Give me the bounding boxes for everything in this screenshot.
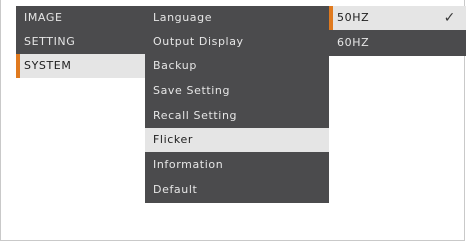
system-item-label: Recall Setting (153, 109, 238, 122)
flicker-option-label: 50HZ (337, 11, 370, 24)
system-item-flicker[interactable]: Flicker (145, 128, 329, 152)
flicker-submenu: 50HZ ✓ 60HZ (329, 6, 466, 56)
system-item-label: Output Display (153, 35, 244, 48)
system-item-label: Backup (153, 59, 197, 72)
system-item-backup[interactable]: Backup (145, 54, 329, 78)
flicker-option-label: 60HZ (337, 36, 370, 49)
main-menu-item-setting[interactable]: SETTING (16, 30, 145, 54)
system-item-recall-setting[interactable]: Recall Setting (145, 104, 329, 128)
system-item-output-display[interactable]: Output Display (145, 30, 329, 54)
system-item-label: Default (153, 183, 198, 196)
main-menu-item-label: SETTING (24, 35, 76, 48)
system-item-save-setting[interactable]: Save Setting (145, 79, 329, 103)
system-submenu: Language Output Display Backup Save Sett… (145, 6, 329, 203)
main-menu-item-label: IMAGE (24, 11, 63, 24)
flicker-option-60hz[interactable]: 60HZ (329, 31, 466, 55)
system-item-language[interactable]: Language (145, 6, 329, 30)
system-item-information[interactable]: Information (145, 153, 329, 177)
system-item-default[interactable]: Default (145, 178, 329, 202)
flicker-option-50hz[interactable]: 50HZ ✓ (329, 6, 466, 30)
system-item-label: Flicker (153, 133, 193, 146)
main-menu-item-label: SYSTEM (24, 59, 72, 72)
system-item-label: Information (153, 158, 224, 171)
checkmark-icon: ✓ (443, 10, 456, 26)
main-menu-item-image[interactable]: IMAGE (16, 6, 145, 30)
main-menu: IMAGE SETTING SYSTEM (16, 6, 145, 78)
system-item-label: Save Setting (153, 84, 231, 97)
system-item-label: Language (153, 11, 213, 24)
main-menu-item-system[interactable]: SYSTEM (16, 54, 145, 78)
